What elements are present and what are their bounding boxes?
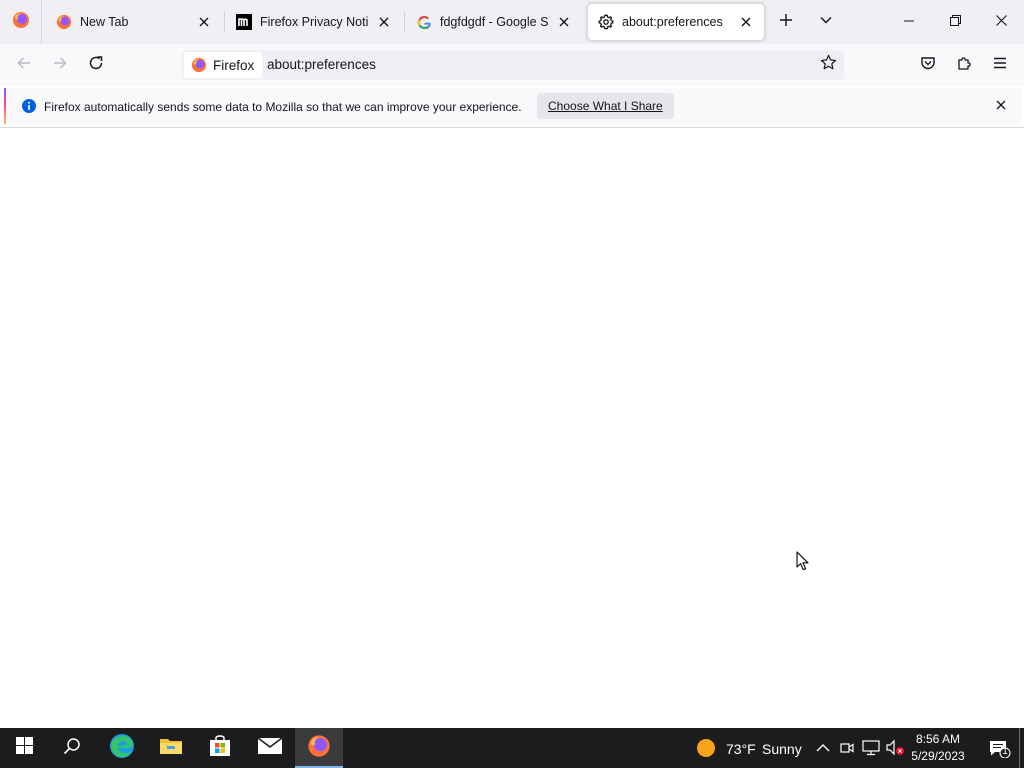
info-icon <box>21 98 37 114</box>
close-tab-icon[interactable] <box>554 12 574 32</box>
file-explorer-icon <box>159 736 183 761</box>
navigation-toolbar: Firefox about:preferences <box>0 44 1024 86</box>
restore-button[interactable] <box>932 0 978 44</box>
mail-icon <box>257 736 283 761</box>
bookmark-star-button[interactable] <box>818 54 838 76</box>
app-menu-button[interactable] <box>984 49 1016 81</box>
show-desktop-button[interactable] <box>1019 728 1020 768</box>
notification-count: 1 <box>1002 746 1008 757</box>
arrow-right-icon <box>52 55 68 76</box>
tab-google-search[interactable]: fdgfdgdf - Google Search <box>406 4 582 40</box>
url-input[interactable]: about:preferences <box>267 57 376 72</box>
hamburger-menu-icon <box>992 55 1008 76</box>
firefox-logo-icon <box>191 57 207 73</box>
data-reporting-notification: Firefox automatically sends some data to… <box>4 88 1022 124</box>
tab-strip: New Tab Firefox Privacy Notice — fdgfdgd… <box>0 0 1024 44</box>
close-tab-icon[interactable] <box>374 12 394 32</box>
chevron-down-icon <box>819 13 833 32</box>
firefox-logo-icon <box>56 14 72 30</box>
tab-title: fdgfdgdf - Google Search <box>440 15 548 29</box>
action-center-button[interactable]: 1 <box>989 740 1011 763</box>
taskbar-file-explorer[interactable] <box>147 728 195 768</box>
start-button[interactable] <box>0 728 48 768</box>
tab-separator <box>404 12 405 32</box>
edge-icon <box>109 733 135 764</box>
tab-title: about:preferences <box>622 15 723 29</box>
forward-button[interactable] <box>44 49 76 81</box>
tab-firefox-privacy-notice[interactable]: Firefox Privacy Notice — <box>226 4 402 40</box>
taskbar-search-button[interactable] <box>48 728 96 768</box>
close-icon <box>995 13 1007 31</box>
choose-what-i-share-label: Choose What I Share <box>548 99 663 113</box>
minimize-button[interactable] <box>886 0 932 44</box>
meet-now-icon[interactable] <box>837 738 857 758</box>
clock-date: 5/29/2023 <box>911 749 965 763</box>
tab-title: Firefox Privacy Notice — <box>260 15 368 29</box>
search-icon <box>63 737 81 760</box>
notification-message: Firefox automatically sends some data to… <box>44 100 522 114</box>
close-notification-button[interactable] <box>992 97 1010 115</box>
mouse-cursor-icon <box>796 551 809 571</box>
close-icon <box>996 97 1006 115</box>
reload-button[interactable] <box>80 49 112 81</box>
identity-label: Firefox <box>213 57 255 73</box>
firefox-logo-icon <box>12 11 30 34</box>
close-window-button[interactable] <box>978 0 1024 44</box>
tab-new-tab[interactable]: New Tab <box>46 4 222 40</box>
sun-icon[interactable] <box>696 738 716 758</box>
gear-icon <box>598 14 614 30</box>
taskbar-edge[interactable] <box>98 728 146 768</box>
chevron-up-icon[interactable] <box>813 738 833 758</box>
taskbar-firefox[interactable] <box>295 728 343 768</box>
tab-separator <box>224 12 225 32</box>
star-icon <box>820 54 837 76</box>
plus-icon <box>779 13 793 32</box>
extensions-button[interactable] <box>948 49 980 81</box>
weather-condition[interactable]: Sunny <box>762 741 802 757</box>
extensions-icon <box>956 55 972 76</box>
arrow-left-icon <box>16 55 32 76</box>
tab-title: New Tab <box>80 15 129 29</box>
weather-temperature[interactable]: 73°F <box>726 741 756 757</box>
taskbar-store[interactable] <box>196 728 244 768</box>
taskbar-mail[interactable] <box>246 728 294 768</box>
store-icon <box>208 734 232 762</box>
restore-icon <box>949 13 961 31</box>
choose-what-i-share-button[interactable]: Choose What I Share <box>537 93 674 119</box>
reload-icon <box>88 55 104 76</box>
new-tab-button[interactable] <box>770 6 802 38</box>
list-all-tabs-button[interactable] <box>810 6 842 38</box>
volume-muted-icon[interactable] <box>885 738 905 758</box>
windows-start-icon <box>15 737 33 759</box>
url-bar[interactable]: Firefox about:preferences <box>182 50 844 80</box>
firefox-icon <box>307 734 331 763</box>
close-tab-icon[interactable] <box>194 12 214 32</box>
firefox-view-button[interactable] <box>0 0 42 44</box>
minimize-icon <box>904 13 914 31</box>
close-tab-icon[interactable] <box>736 12 756 32</box>
pocket-icon <box>920 55 936 76</box>
network-icon[interactable] <box>861 738 881 758</box>
tab-about-preferences[interactable]: about:preferences <box>588 4 764 40</box>
clock[interactable]: 8:56 AM 5/29/2023 <box>905 731 971 765</box>
google-g-icon <box>416 14 432 30</box>
page-content-area[interactable] <box>0 128 1024 728</box>
identity-box[interactable]: Firefox <box>184 52 263 78</box>
mozilla-m-icon <box>236 14 252 30</box>
windows-taskbar: 73°F Sunny 8:56 AM 5/29/2023 1 <box>0 728 1024 768</box>
clock-time: 8:56 AM <box>915 732 961 746</box>
back-button[interactable] <box>8 49 40 81</box>
pocket-button[interactable] <box>912 49 944 81</box>
